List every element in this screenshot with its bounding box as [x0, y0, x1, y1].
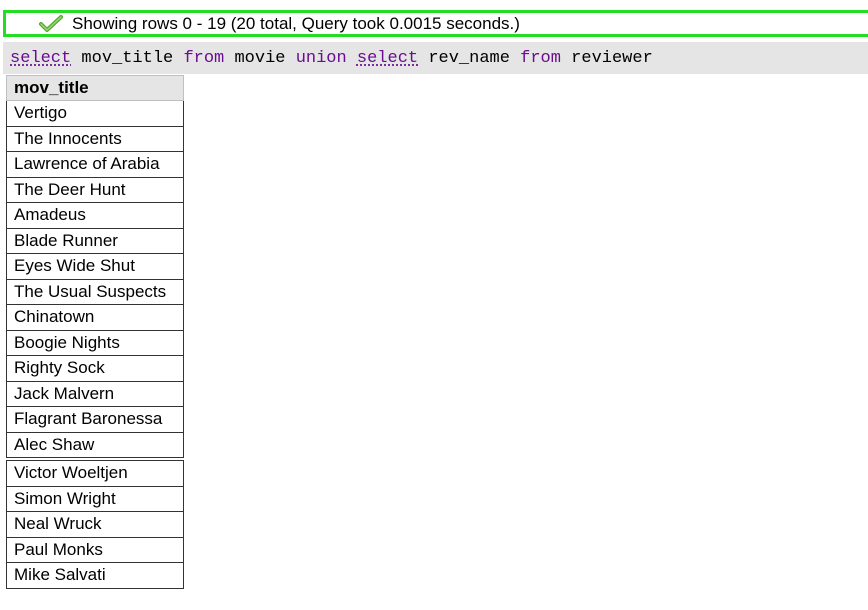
table-row: Righty Sock: [6, 355, 184, 382]
query-success-message: Showing rows 0 - 19 (20 total, Query too…: [3, 10, 868, 37]
sql-space: [418, 49, 428, 68]
table-cell: Righty Sock: [6, 355, 184, 382]
table-row: Lawrence of Arabia: [6, 151, 184, 178]
table-row: Vertigo: [6, 100, 184, 127]
sql-space: [71, 49, 81, 68]
table-cell: Amadeus: [6, 202, 184, 229]
table-row: Chinatown: [6, 304, 184, 331]
table-cell: Boogie Nights: [6, 329, 184, 356]
table-row: The Innocents: [6, 125, 184, 152]
sql-space: [347, 49, 357, 68]
table-cell: Mike Salvati: [6, 562, 184, 589]
status-text: Showing rows 0 - 19 (20 total, Query too…: [72, 13, 520, 33]
sql-query-text: select mov_title from movie union select…: [10, 49, 653, 68]
sql-space: [285, 49, 295, 68]
sql-space: [224, 49, 234, 68]
table-row: Simon Wright: [6, 485, 184, 512]
table-row: Alec Shaw: [6, 431, 184, 460]
table-row: Blade Runner: [6, 227, 184, 254]
table-cell: Flagrant Baronessa: [6, 406, 184, 433]
table-row: Mike Salvati: [6, 562, 184, 589]
table-cell: Eyes Wide Shut: [6, 253, 184, 280]
table-cell: Chinatown: [6, 304, 184, 331]
sql-keyword-link[interactable]: select: [357, 49, 418, 68]
table-row: Neal Wruck: [6, 511, 184, 538]
table-row: Jack Malvern: [6, 380, 184, 407]
results-table: mov_title Vertigo The Innocents Lawrence o…: [6, 75, 184, 589]
sql-space: [173, 49, 183, 68]
table-cell: Jack Malvern: [6, 380, 184, 407]
sql-space: [561, 49, 571, 68]
sql-identifier: mov_title: [81, 48, 174, 68]
table-cell: Blade Runner: [6, 227, 184, 254]
table-row: Eyes Wide Shut: [6, 253, 184, 280]
sql-identifier: rev_name: [428, 48, 510, 68]
sql-identifier: reviewer: [571, 48, 653, 68]
table-row: Flagrant Baronessa: [6, 406, 184, 433]
sql-identifier: movie: [234, 48, 286, 68]
table-row: The Usual Suspects: [6, 278, 184, 305]
column-header-mov-title[interactable]: mov_title: [6, 75, 184, 101]
sql-space: [510, 49, 520, 68]
table-cell: The Innocents: [6, 125, 184, 152]
sql-keyword: union: [295, 48, 347, 68]
sql-keyword: from: [520, 48, 561, 68]
sql-keyword-link[interactable]: select: [10, 49, 71, 68]
table-row: The Deer Hunt: [6, 176, 184, 203]
check-icon: [39, 14, 63, 32]
table-cell: Neal Wruck: [6, 511, 184, 538]
table-cell: Simon Wright: [6, 485, 184, 512]
table-cell: Victor Woeltjen: [6, 457, 184, 487]
table-cell: Alec Shaw: [6, 431, 184, 460]
sql-keyword: from: [183, 48, 225, 68]
table-row: Paul Monks: [6, 536, 184, 563]
table-cell: Lawrence of Arabia: [6, 151, 184, 178]
table-cell: Vertigo: [6, 100, 184, 127]
table-cell: Paul Monks: [6, 536, 184, 563]
table-row: Victor Woeltjen: [6, 457, 184, 487]
sql-query-display: select mov_title from movie union select…: [3, 42, 868, 74]
table-row: Amadeus: [6, 202, 184, 229]
table-cell: The Usual Suspects: [6, 278, 184, 305]
table-row: Boogie Nights: [6, 329, 184, 356]
table-cell: The Deer Hunt: [6, 176, 184, 203]
